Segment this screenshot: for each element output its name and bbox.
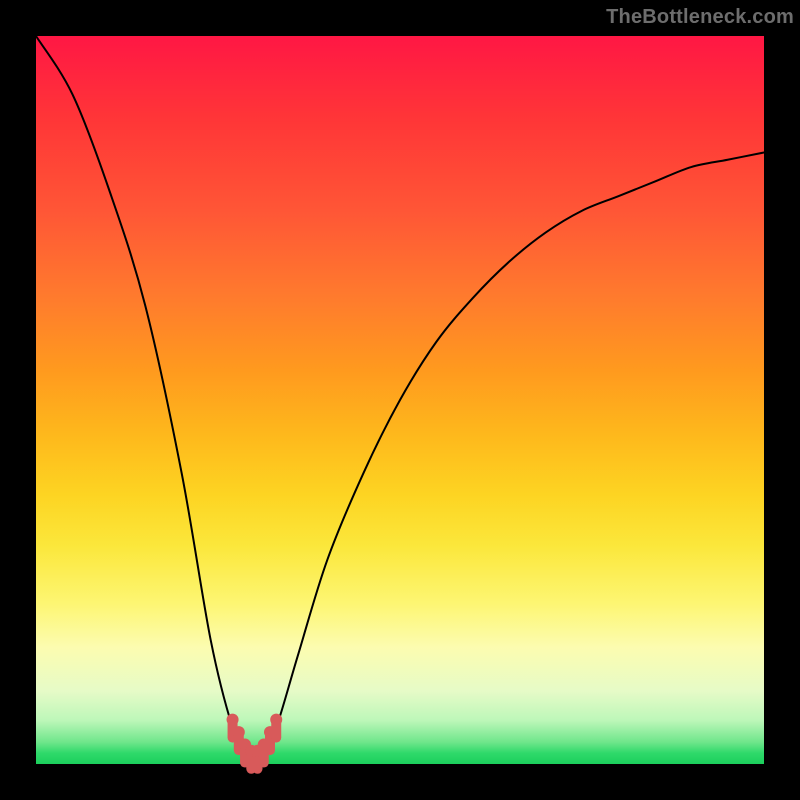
bottleneck-curve	[36, 36, 764, 761]
optimal-range-markers	[227, 714, 283, 769]
watermark-text: TheBottleneck.com	[606, 6, 794, 29]
curve-layer	[36, 36, 764, 764]
plot-area	[36, 36, 764, 764]
chart-frame: TheBottleneck.com	[0, 0, 800, 800]
